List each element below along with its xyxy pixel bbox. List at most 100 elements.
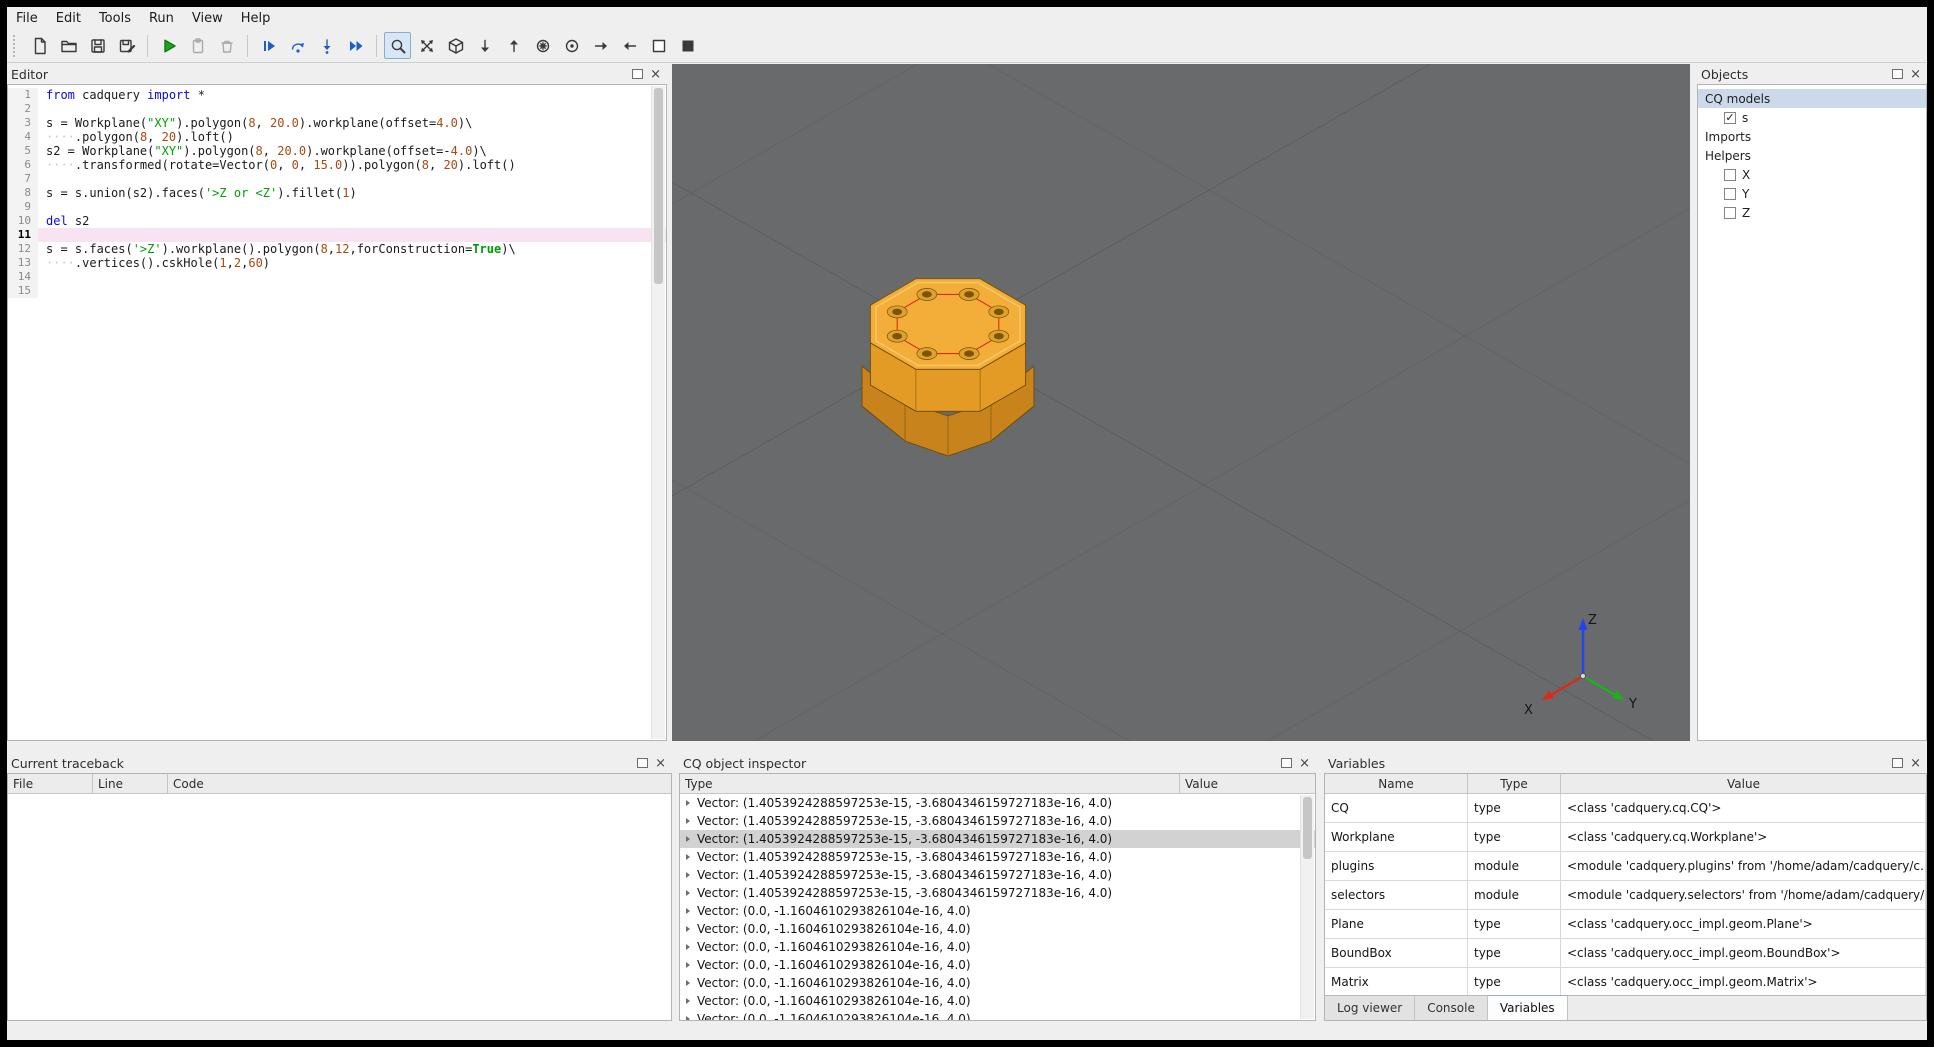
- menu-run[interactable]: Run: [140, 9, 183, 28]
- code-line[interactable]: 7: [8, 172, 666, 186]
- pan-left-button[interactable]: [616, 32, 643, 59]
- code-line[interactable]: 11: [8, 228, 666, 242]
- code-line[interactable]: 12 s = s.faces('>Z').workplane().polygon(…: [8, 242, 666, 256]
- cad-model[interactable]: [861, 278, 1035, 457]
- column-header-line[interactable]: Line: [93, 774, 168, 793]
- pan-right-button[interactable]: [587, 32, 614, 59]
- editor-scrollbar[interactable]: [651, 86, 665, 739]
- checkbox-z[interactable]: [1724, 206, 1736, 219]
- close-icon[interactable]: ×: [655, 757, 666, 770]
- open-button[interactable]: [55, 32, 82, 59]
- inspector-row[interactable]: Vector: (1.4053924288597253e-15, -3.6804…: [680, 866, 1315, 884]
- inspector-row[interactable]: Vector: (1.4053924288597253e-15, -3.6804…: [680, 830, 1315, 848]
- code-line[interactable]: 5 s2 = Workplane("XY").polygon(8, 20.0).w…: [8, 144, 666, 158]
- variable-row[interactable]: BoundBox type <class 'cadquery.occ_impl.ge…: [1325, 939, 1926, 968]
- float-icon[interactable]: [1892, 69, 1904, 79]
- menu-file[interactable]: File: [7, 9, 47, 28]
- expander-icon[interactable]: [686, 1016, 690, 1020]
- inspector-row[interactable]: Vector: (0.0, -1.1604610293826104e-16, 4…: [680, 956, 1315, 974]
- tree-item-y[interactable]: Y: [1698, 184, 1926, 203]
- tree-item-s[interactable]: s: [1698, 108, 1926, 127]
- run-button[interactable]: [155, 32, 182, 59]
- variable-row[interactable]: selectors module <module 'cadquery.selecto…: [1325, 881, 1926, 910]
- delete-button[interactable]: [213, 32, 240, 59]
- inspector-row[interactable]: Vector: (1.4053924288597253e-15, -3.6804…: [680, 794, 1315, 812]
- tab-log-viewer[interactable]: Log viewer: [1325, 996, 1416, 1020]
- float-icon[interactable]: [1281, 758, 1293, 768]
- tab-variables[interactable]: Variables: [1487, 995, 1568, 1020]
- column-header-value[interactable]: Value: [1561, 774, 1926, 793]
- tree-group-helpers[interactable]: Helpers: [1698, 146, 1926, 165]
- column-header-code[interactable]: Code: [168, 774, 671, 793]
- pan-up-button[interactable]: [500, 32, 527, 59]
- viewport-3d[interactable]: Z Y X: [671, 0, 1691, 1047]
- variable-row[interactable]: plugins module <module 'cadquery.plugins' …: [1325, 852, 1926, 881]
- toolbar-handle[interactable]: [13, 34, 20, 57]
- tree-group-cq-models[interactable]: CQ models: [1698, 89, 1926, 108]
- close-icon[interactable]: ×: [1299, 757, 1310, 770]
- variable-row[interactable]: Plane type <class 'cadquery.occ_impl.geom.…: [1325, 910, 1926, 939]
- tree-group-imports[interactable]: Imports: [1698, 127, 1926, 146]
- column-header-name[interactable]: Name: [1325, 774, 1468, 793]
- expander-icon[interactable]: [686, 980, 690, 986]
- expander-icon[interactable]: [686, 800, 690, 806]
- float-icon[interactable]: [632, 69, 644, 79]
- code-line[interactable]: 1 from cadquery import *: [8, 88, 666, 102]
- menu-help[interactable]: Help: [232, 9, 280, 28]
- inspector-row[interactable]: Vector: (0.0, -1.1604610293826104e-16, 4…: [680, 920, 1315, 938]
- inspector-row[interactable]: Vector: (0.0, -1.1604610293826104e-16, 4…: [680, 992, 1315, 1010]
- code-line[interactable]: 15: [8, 284, 666, 298]
- expander-icon[interactable]: [686, 872, 690, 878]
- step-over-button[interactable]: [284, 32, 311, 59]
- inspector-row[interactable]: Vector: (1.4053924288597253e-15, -3.6804…: [680, 884, 1315, 902]
- code-line[interactable]: 4 ····.polygon(8, 20).loft(): [8, 130, 666, 144]
- inspector-row[interactable]: Vector: (0.0, -1.1604610293826104e-16, 4…: [680, 974, 1315, 992]
- continue-button[interactable]: [342, 32, 369, 59]
- inspector-row[interactable]: Vector: (0.0, -1.1604610293826104e-16, 4…: [680, 902, 1315, 920]
- expander-icon[interactable]: [686, 908, 690, 914]
- variable-row[interactable]: Matrix type <class 'cadquery.occ_impl.geom…: [1325, 968, 1926, 997]
- step-into-button[interactable]: [313, 32, 340, 59]
- tab-console[interactable]: Console: [1415, 996, 1488, 1020]
- menu-edit[interactable]: Edit: [47, 9, 90, 28]
- iso-view-button[interactable]: [442, 32, 469, 59]
- expander-icon[interactable]: [686, 998, 690, 1004]
- variable-row[interactable]: CQ type <class 'cadquery.cq.CQ'>: [1325, 794, 1926, 823]
- expander-icon[interactable]: [686, 890, 690, 896]
- new-file-button[interactable]: [26, 32, 53, 59]
- close-icon[interactable]: ×: [1910, 757, 1921, 770]
- expander-icon[interactable]: [686, 962, 690, 968]
- save-button[interactable]: [84, 32, 111, 59]
- expander-icon[interactable]: [686, 944, 690, 950]
- zoom-toggle-button[interactable]: [384, 32, 411, 59]
- wireframe-button[interactable]: [645, 32, 672, 59]
- expander-icon[interactable]: [686, 818, 690, 824]
- expander-icon[interactable]: [686, 926, 690, 932]
- tree-item-z[interactable]: Z: [1698, 203, 1926, 222]
- code-line[interactable]: 14: [8, 270, 666, 284]
- clipboard-button[interactable]: [184, 32, 211, 59]
- float-icon[interactable]: [1892, 758, 1904, 768]
- editor-scrollbar-thumb[interactable]: [654, 88, 663, 284]
- fit-view-button[interactable]: [413, 32, 440, 59]
- tree-item-x[interactable]: X: [1698, 165, 1926, 184]
- center-view-button[interactable]: [558, 32, 585, 59]
- expander-icon[interactable]: [686, 854, 690, 860]
- column-header-type[interactable]: Type: [1468, 774, 1561, 793]
- code-line[interactable]: 2: [8, 102, 666, 116]
- expander-icon[interactable]: [686, 836, 690, 842]
- pan-down-button[interactable]: [471, 32, 498, 59]
- code-line[interactable]: 3s = Workplane("XY").polygon(8, 20.0).wo…: [8, 116, 666, 130]
- float-icon[interactable]: [637, 758, 649, 768]
- checkbox-y[interactable]: [1724, 187, 1736, 200]
- menu-tools[interactable]: Tools: [90, 9, 140, 28]
- inspector-row[interactable]: Vector: (0.0, -1.1604610293826104e-16, 4…: [680, 938, 1315, 956]
- close-icon[interactable]: ×: [650, 68, 661, 81]
- code-line[interactable]: 9: [8, 200, 666, 214]
- code-line[interactable]: 8s = s.union(s2).faces('>Z or <Z').fille…: [8, 186, 666, 200]
- inspector-scrollbar[interactable]: [1300, 795, 1314, 1019]
- column-header-type[interactable]: Type: [680, 774, 1180, 793]
- column-header-value[interactable]: Value: [1180, 774, 1315, 793]
- save-as-button[interactable]: [113, 32, 140, 59]
- menu-view[interactable]: View: [183, 9, 232, 28]
